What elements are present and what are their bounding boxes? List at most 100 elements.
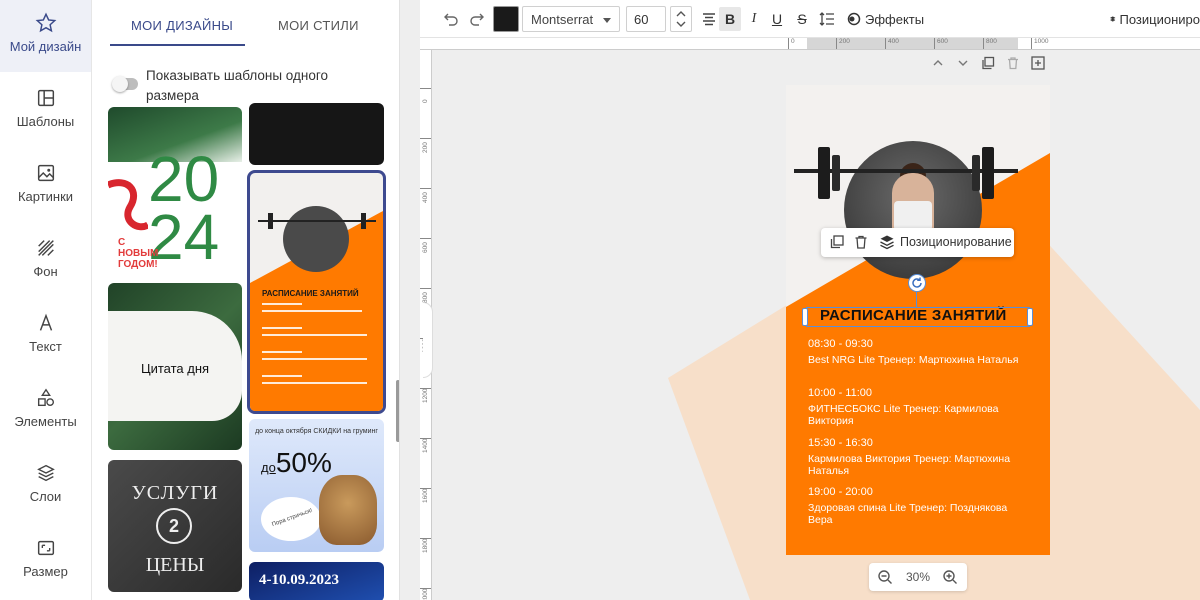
ruler-tick: 400	[420, 188, 431, 203]
sidebar-item-label: Фон	[33, 264, 58, 279]
tab-my-styles[interactable]: МОИ СТИЛИ	[278, 18, 359, 33]
ruler-tick: 600	[420, 238, 431, 253]
move-up-button[interactable]	[931, 56, 945, 72]
italic-button[interactable]: I	[744, 7, 764, 31]
zoom-control: 30%	[869, 563, 967, 591]
ruler-tick: 800	[420, 288, 431, 303]
schedule-slot[interactable]: 10:00 - 11:00 ФИТНЕСБОКС Lite Тренер: Ка…	[808, 387, 1028, 427]
layers-icon	[1110, 16, 1116, 22]
trash-icon	[1008, 57, 1018, 70]
sidebar-item-label: Элементы	[14, 414, 77, 429]
ruler-tick: 1600	[420, 488, 431, 503]
bubble-text: Пора стричься!	[271, 507, 314, 529]
template-thumbnail-quote[interactable]: Цитата дня	[108, 283, 242, 450]
services-number: 2	[156, 508, 192, 544]
ruler-tick-label: 600	[422, 242, 429, 253]
position-button[interactable]: Позициониро	[1110, 7, 1200, 31]
sidebar-item-layers[interactable]: Слои	[0, 450, 91, 522]
align-center-icon	[703, 13, 715, 26]
left-rail: Мой дизайн Шаблоны Картинки Фон Текст Эл…	[0, 0, 92, 600]
collapse-panel-handle[interactable]	[423, 302, 433, 378]
sidebar-item-my-design[interactable]: Мой дизайн	[0, 0, 91, 72]
schedule-slot[interactable]: 08:30 - 09:30 Best NRG Lite Тренер: Март…	[808, 338, 1038, 366]
stepper-arrows-icon	[676, 11, 686, 27]
sidebar-item-images[interactable]: Картинки	[0, 150, 91, 222]
copy-icon	[982, 56, 995, 70]
trash-icon[interactable]	[853, 234, 869, 250]
same-size-toggle[interactable]	[112, 76, 138, 92]
template-thumbnail-dark[interactable]	[249, 103, 384, 165]
element-context-toolbar: Позиционирование	[821, 228, 1014, 257]
sidebar-item-text[interactable]: Текст	[0, 300, 91, 372]
template-thumbnail-fitness-selected[interactable]: РАСПИСАНИЕ ЗАНЯТИЙ	[247, 170, 386, 414]
chevron-down-icon	[958, 60, 968, 66]
speech-bubble: Пора стричься!	[261, 497, 321, 541]
position-menu-button[interactable]: Позиционирование	[900, 235, 1012, 249]
align-center-button[interactable]	[698, 7, 720, 31]
stripes-icon	[37, 240, 54, 256]
zoom-out-icon[interactable]	[877, 569, 893, 585]
sidebar-item-size[interactable]: Размер	[0, 525, 91, 597]
layers-icon	[880, 235, 894, 250]
delete-page-button[interactable]	[1006, 56, 1020, 72]
font-family-select[interactable]: Montserrat	[522, 6, 620, 32]
ruler-tick: 200	[836, 38, 850, 49]
undo-icon	[444, 13, 458, 26]
undo-button[interactable]	[440, 7, 462, 31]
rotate-handle[interactable]	[908, 274, 926, 292]
ruler-tick-label: 2000	[422, 588, 429, 600]
chevron-down-icon	[603, 18, 611, 23]
year-top: 20	[148, 143, 220, 215]
rotate-icon	[912, 277, 922, 288]
ruler-tick: 0	[420, 88, 431, 103]
ruler-tick-label: 1800	[422, 538, 429, 553]
sidebar-item-label: Картинки	[17, 189, 74, 204]
ruler-tick-label: 1200	[422, 388, 429, 403]
sidebar-item-elements[interactable]: Элементы	[0, 375, 91, 447]
template-thumbnail-dates[interactable]: 4-10.09.2023	[249, 562, 384, 600]
ruler-tick-label: 200	[422, 142, 429, 153]
shapes-icon	[37, 388, 54, 407]
copy-icon[interactable]	[829, 234, 845, 250]
ruler-tick: 200	[420, 138, 431, 153]
image-icon	[37, 164, 54, 182]
sidebar-item-label: Мой дизайн	[9, 39, 82, 54]
strikethrough-button[interactable]: S	[792, 7, 812, 31]
line-spacing-button[interactable]	[816, 7, 838, 31]
redo-button[interactable]	[466, 7, 488, 31]
resize-handle-left[interactable]	[802, 308, 808, 326]
template-thumbnail-services[interactable]: УСЛУГИ 2 ЦЕНЫ	[108, 460, 242, 592]
zoom-in-icon[interactable]	[942, 569, 958, 585]
sidebar-item-background[interactable]: Фон	[0, 225, 91, 297]
bold-button[interactable]: B	[719, 7, 741, 31]
font-size-stepper[interactable]	[670, 6, 692, 32]
template-thumbnail-new-year[interactable]: 20 24 С НОВЫМ ГОДОМ!	[108, 107, 242, 273]
sidebar-item-label: Текст	[29, 339, 62, 354]
sidebar-item-templates[interactable]: Шаблоны	[0, 75, 91, 147]
template-thumbnail-sale[interactable]: до конца октября СКИДКИ на груминг до50%…	[249, 419, 384, 552]
font-size-input[interactable]: 60	[626, 6, 666, 32]
barbell-shape	[258, 213, 376, 229]
effects-button[interactable]: Эффекты	[847, 7, 927, 31]
layers-icon	[36, 464, 55, 482]
thumb-line	[262, 375, 302, 377]
add-page-button[interactable]	[1031, 56, 1045, 72]
resize-handle-right[interactable]	[1027, 308, 1033, 326]
move-down-button[interactable]	[956, 56, 970, 72]
top-toolbar: Montserrat 60 B I U S Эффекты Позиционир…	[420, 0, 1200, 38]
panel-scrollbar[interactable]	[396, 380, 399, 442]
toggle-label: Показывать шаблоны одного размера	[146, 68, 328, 103]
ruler-tick: 1400	[420, 438, 431, 453]
ruler-tick: 1000	[1031, 38, 1048, 49]
text-color-swatch[interactable]	[493, 6, 519, 32]
schedule-slot[interactable]: 19:00 - 20:00 Здоровая спина Lite Тренер…	[808, 486, 1028, 526]
schedule-slot[interactable]: 15:30 - 16:30 Кармилова Виктория Тренер:…	[808, 437, 1028, 477]
ruler-tick-label: 1600	[422, 488, 429, 503]
duplicate-page-button[interactable]	[981, 56, 995, 72]
text-icon	[39, 313, 52, 331]
slot-description: Best NRG Lite Тренер: Мартюхина Наталья	[808, 354, 1019, 366]
tab-my-designs[interactable]: МОИ ДИЗАЙНЫ	[131, 18, 233, 33]
slot-description: Кармилова Виктория Тренер: Мартюхина Нат…	[808, 453, 1011, 477]
quote-text: Цитата дня	[140, 361, 210, 376]
underline-button[interactable]: U	[767, 7, 787, 31]
